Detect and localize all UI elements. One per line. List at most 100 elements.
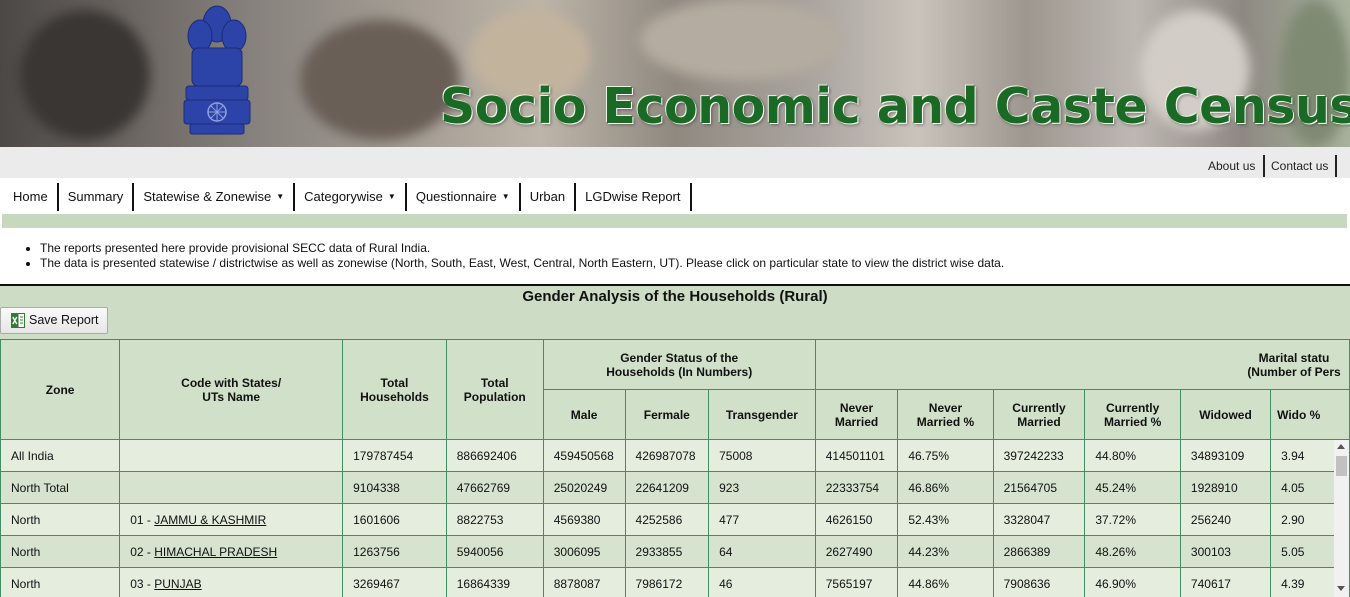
cell-never-married: 2627490: [814, 535, 899, 568]
state-code: 02 -: [130, 544, 155, 559]
nav-underline-strip: [2, 214, 1347, 228]
cell-currently-married: 3328047: [992, 503, 1086, 536]
cell-zone: North: [0, 567, 121, 597]
nav-label: Home: [13, 189, 48, 204]
cell-state: 03 - PUNJAB: [119, 567, 344, 597]
cell-never-married: 414501101: [814, 439, 899, 472]
cell-transgender: 46: [708, 567, 816, 597]
col-header-transgender: Transgender: [708, 389, 816, 440]
link-divider: [1263, 155, 1265, 177]
nav-home[interactable]: Home: [4, 183, 59, 211]
scroll-down-icon[interactable]: [1337, 586, 1345, 591]
cell-never-married: 22333754: [814, 471, 899, 504]
state-link[interactable]: PUNJAB: [154, 577, 201, 591]
report-title: Gender Analysis of the Households (Rural…: [522, 288, 828, 305]
state-link[interactable]: JAMMU & KASHMIR: [154, 513, 266, 527]
cell-population: 16864339: [445, 567, 544, 597]
cell-female: 426987078: [624, 439, 710, 472]
nav-categorywise[interactable]: Categorywise ▼: [295, 183, 407, 211]
cell-transgender: 75008: [708, 439, 816, 472]
state-link[interactable]: HIMACHAL PRADESH: [154, 545, 277, 559]
report-table-container: Zone Code with States/ UTs Name Total Ho…: [0, 339, 1350, 597]
cell-state: [119, 439, 344, 472]
nav-label: Questionnaire: [415, 189, 497, 204]
cell-population: 5940056: [445, 535, 544, 568]
nav-label: Statewise & Zonewise: [143, 189, 272, 204]
cell-households: 1263756: [342, 535, 447, 568]
gender-analysis-table: Zone Code with States/ UTs Name Total Ho…: [0, 339, 1350, 597]
nav-questionnaire[interactable]: Questionnaire ▼: [407, 183, 521, 211]
col-header-currently-married: Currently Married: [992, 389, 1086, 440]
scroll-up-icon[interactable]: [1337, 444, 1345, 449]
caret-down-icon: ▼: [501, 192, 510, 201]
nav-summary[interactable]: Summary: [59, 183, 135, 211]
nav-label: Categorywise: [304, 189, 383, 204]
save-report-button[interactable]: Save Report: [0, 307, 108, 334]
cell-male: 4569380: [542, 503, 626, 536]
col-header-widowed: Widowed: [1179, 389, 1272, 440]
col-header-currently-married-pct: Currently Married %: [1084, 389, 1181, 440]
cell-widowed: 740617: [1179, 567, 1272, 597]
table-scrollbar[interactable]: [1334, 440, 1349, 597]
col-header-male: Male: [542, 389, 626, 440]
note-item: The reports presented here provide provi…: [40, 241, 1004, 256]
contact-us-link[interactable]: Contact us: [1271, 155, 1328, 177]
col-group-marital-status: Marital statu (Number of Pers: [814, 339, 1350, 390]
cell-never-married-pct: 44.86%: [897, 567, 994, 597]
cell-currently-married: 397242233: [992, 439, 1086, 472]
marital-group-label: Marital statu (Number of Pers: [1247, 350, 1341, 379]
col-header-state: Code with States/ UTs Name: [119, 339, 344, 440]
cell-households: 179787454: [342, 439, 447, 472]
cell-female: 7986172: [624, 567, 710, 597]
cell-currently-married-pct: 45.24%: [1084, 471, 1181, 504]
table-row: North 03 - PUNJAB 3269467 16864339 8878087 79…: [0, 567, 1350, 597]
cell-state: 02 - HIMACHAL PRADESH: [119, 535, 344, 568]
table-row: North Total 9104338 47662769 25020249 226412…: [0, 471, 1350, 504]
cell-transgender: 923: [708, 471, 816, 504]
cell-female: 22641209: [624, 471, 710, 504]
nav-label: LGDwise Report: [585, 189, 681, 204]
cell-population: 8822753: [445, 503, 544, 536]
cell-transgender: 477: [708, 503, 816, 536]
cell-population: 47662769: [445, 471, 544, 504]
cell-never-married: 7565197: [814, 567, 899, 597]
note-item: The data is presented statewise / distri…: [40, 256, 1004, 271]
table-row: All India 179787454 886692406 459450568 4269…: [0, 439, 1350, 472]
table-row: North 01 - JAMMU & KASHMIR 1601606 8822753 4…: [0, 503, 1350, 536]
cell-households: 1601606: [342, 503, 447, 536]
cell-female: 4252586: [624, 503, 710, 536]
link-divider: [1335, 155, 1337, 177]
main-nav: Home Summary Statewise & Zonewise ▼ Categ…: [4, 183, 692, 211]
col-header-never-married: Never Married: [814, 389, 899, 440]
nav-label: Summary: [67, 189, 124, 204]
cell-currently-married-pct: 46.90%: [1084, 567, 1181, 597]
cell-currently-married: 7908636: [992, 567, 1086, 597]
cell-never-married-pct: 44.23%: [897, 535, 994, 568]
cell-currently-married: 21564705: [992, 471, 1086, 504]
national-emblem-logo: [183, 5, 251, 135]
col-header-zone: Zone: [0, 339, 121, 440]
cell-female: 2933855: [624, 535, 710, 568]
nav-urban[interactable]: Urban: [521, 183, 577, 211]
col-header-total-population: Total Population: [445, 339, 544, 440]
save-report-label: Save Report: [29, 313, 99, 327]
cell-zone: North: [0, 503, 121, 536]
col-header-widowed-pct: Wido %: [1270, 389, 1350, 440]
cell-currently-married: 2866389: [992, 535, 1086, 568]
cell-widowed: 256240: [1179, 503, 1272, 536]
scroll-thumb[interactable]: [1336, 456, 1347, 476]
col-header-never-married-pct: Never Married %: [897, 389, 994, 440]
nav-lgdwise-report[interactable]: LGDwise Report: [576, 183, 692, 211]
cell-households: 9104338: [342, 471, 447, 504]
cell-widowed: 300103: [1179, 535, 1272, 568]
col-header-female: Fermale: [624, 389, 710, 440]
caret-down-icon: ▼: [387, 192, 396, 201]
cell-population: 886692406: [445, 439, 544, 472]
col-header-total-households: Total Households: [342, 339, 447, 440]
cell-zone: North: [0, 535, 121, 568]
table-row: North 02 - HIMACHAL PRADESH 1263756 5940056…: [0, 535, 1350, 568]
cell-male: 8878087: [542, 567, 626, 597]
about-us-link[interactable]: About us: [1208, 155, 1255, 177]
nav-statewise-zonewise[interactable]: Statewise & Zonewise ▼: [134, 183, 296, 211]
top-links-bar: [0, 147, 1350, 178]
